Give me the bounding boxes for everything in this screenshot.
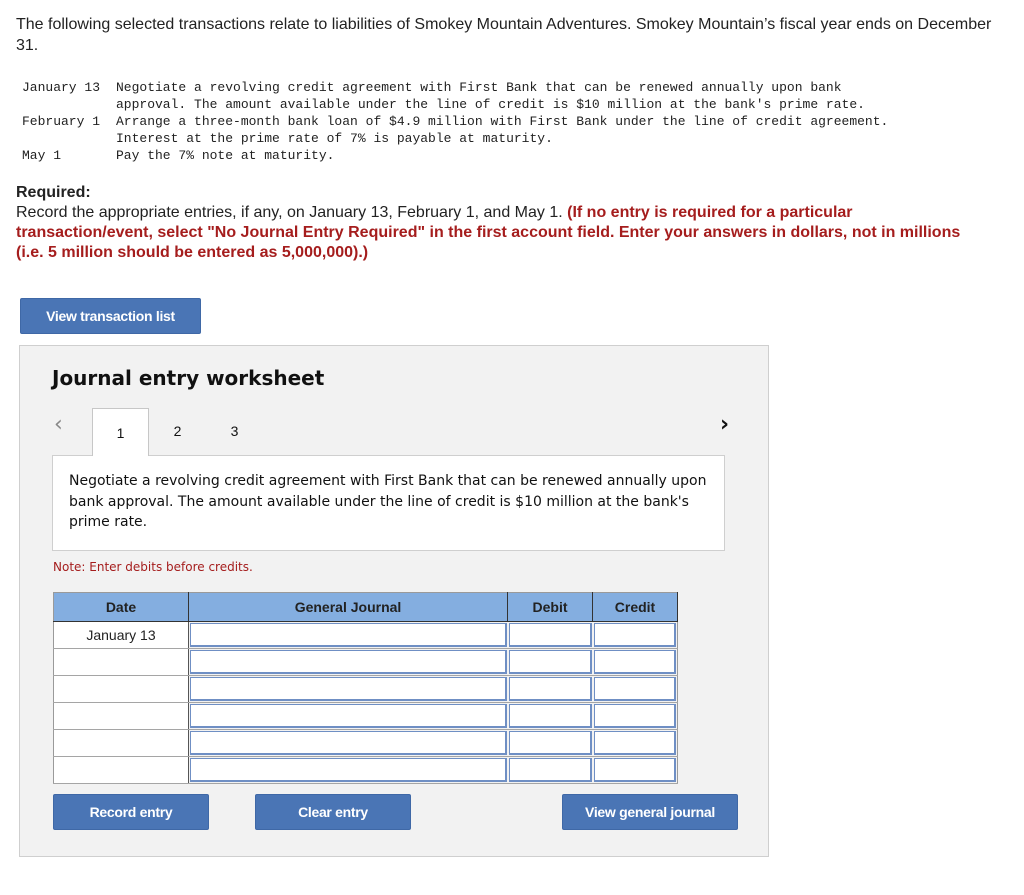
entry-date	[53, 756, 189, 784]
account-field-cell	[188, 675, 508, 703]
account-field[interactable]	[190, 704, 507, 728]
credit-field[interactable]	[593, 731, 676, 755]
worksheet-tabs: 1 2 3	[92, 408, 263, 456]
view-general-journal-button[interactable]: View general journal	[562, 794, 738, 830]
account-field-cell	[188, 621, 508, 649]
header-date: Date	[53, 592, 189, 622]
problem-intro: The following selected transactions rela…	[16, 16, 992, 54]
credit-field[interactable]	[593, 650, 676, 674]
worksheet-actions: Record entry Clear entry View general jo…	[53, 794, 738, 830]
journal-row	[53, 729, 678, 757]
tab-1[interactable]: 1	[92, 408, 149, 456]
required-title: Required:	[16, 184, 91, 201]
credit-field-cell	[592, 756, 678, 784]
entry-date: January 13	[53, 621, 189, 649]
credit-field-cell	[592, 729, 678, 757]
debit-field[interactable]	[508, 704, 592, 728]
account-field[interactable]	[190, 731, 507, 755]
transaction-description: Pay the 7% note at maturity.	[116, 148, 335, 163]
entry-date	[53, 729, 189, 757]
journal-row: January 13	[53, 621, 678, 649]
header-debit: Debit	[507, 592, 593, 622]
journal-row	[53, 675, 678, 703]
account-field[interactable]	[190, 758, 507, 782]
transaction-row: February 1 Arrange a three-month bank lo…	[22, 113, 996, 147]
header-general-journal: General Journal	[188, 592, 508, 622]
view-transaction-list-button[interactable]: View transaction list	[20, 298, 201, 334]
debit-field[interactable]	[508, 623, 592, 647]
account-field-cell	[188, 756, 508, 784]
credit-field[interactable]	[593, 704, 676, 728]
entry-date	[53, 648, 189, 676]
tab-2[interactable]: 2	[149, 408, 206, 454]
debit-field[interactable]	[508, 758, 592, 782]
debit-field-cell	[507, 702, 593, 730]
record-entry-button[interactable]: Record entry	[53, 794, 209, 830]
clear-entry-button[interactable]: Clear entry	[255, 794, 411, 830]
debit-field-cell	[507, 756, 593, 784]
journal-row	[53, 756, 678, 784]
account-field-cell	[188, 702, 508, 730]
transaction-description-box: Negotiate a revolving credit agreement w…	[52, 455, 725, 551]
journal-entry-worksheet: Journal entry worksheet ‹ 1 2 3 › Negoti…	[19, 345, 769, 857]
required-section: Required: Record the appropriate entries…	[16, 183, 976, 263]
tab-3[interactable]: 3	[206, 408, 263, 454]
header-credit: Credit	[592, 592, 678, 622]
transaction-description: Arrange a three-month bank loan of $4.9 …	[116, 114, 889, 146]
journal-header-row: Date General Journal Debit Credit	[53, 592, 678, 622]
debit-field-cell	[507, 675, 593, 703]
account-field[interactable]	[190, 677, 507, 701]
debit-field-cell	[507, 729, 593, 757]
journal-row	[53, 702, 678, 730]
chevron-right-icon[interactable]: ›	[720, 412, 729, 437]
transaction-row: May 1 Pay the 7% note at maturity.	[22, 147, 996, 164]
transaction-description: Negotiate a revolving credit agreement w…	[116, 80, 865, 112]
debit-field[interactable]	[508, 650, 592, 674]
journal-row	[53, 648, 678, 676]
debits-note: Note: Enter debits before credits.	[53, 560, 253, 574]
chevron-left-icon[interactable]: ‹	[54, 412, 63, 437]
entry-date	[53, 675, 189, 703]
credit-field[interactable]	[593, 623, 676, 647]
credit-field[interactable]	[593, 758, 676, 782]
debit-field-cell	[507, 621, 593, 649]
account-field[interactable]	[190, 623, 507, 647]
credit-field-cell	[592, 648, 678, 676]
debit-field-cell	[507, 648, 593, 676]
transaction-date: February 1	[22, 114, 101, 129]
credit-field[interactable]	[593, 677, 676, 701]
transaction-date: January 13	[22, 80, 101, 95]
debit-field[interactable]	[508, 731, 592, 755]
credit-field-cell	[592, 702, 678, 730]
account-field-cell	[188, 729, 508, 757]
credit-field-cell	[592, 675, 678, 703]
account-field[interactable]	[190, 650, 507, 674]
transaction-row: January 13 Negotiate a revolving credit …	[22, 79, 996, 113]
required-text: Record the appropriate entries, if any, …	[16, 204, 568, 221]
journal-table: Date General Journal Debit Credit Januar…	[53, 592, 678, 784]
transaction-date: May 1	[22, 148, 62, 163]
credit-field-cell	[592, 621, 678, 649]
account-field-cell	[188, 648, 508, 676]
worksheet-title: Journal entry worksheet	[52, 366, 325, 390]
debit-field[interactable]	[508, 677, 592, 701]
entry-date	[53, 702, 189, 730]
transaction-list: January 13 Negotiate a revolving credit …	[22, 79, 996, 164]
